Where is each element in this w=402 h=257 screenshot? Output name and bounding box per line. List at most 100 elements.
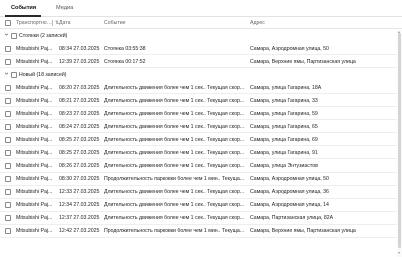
row-checkbox[interactable]: [5, 202, 11, 209]
address-cell: Самара, Верхние ямы, Партизанская улица: [250, 228, 356, 235]
tab-bar: События Медиа: [0, 0, 402, 17]
table-row[interactable]: Mitsubishi Paj... 12:37 27.03.2025 Длитель…: [0, 212, 402, 225]
event-cell: Длительность движения более чем 1 сек.. …: [104, 136, 245, 143]
event-cell: Длительность движения более чем 1 сек.. …: [104, 123, 245, 130]
date-cell: 08:23 27.03.2025: [59, 110, 100, 117]
table-row[interactable]: Mitsubishi Paj... 08:20 27.03.2025 Длитель…: [0, 81, 402, 95]
event-cell: Длительность движения более чем 1 сек.. …: [104, 97, 245, 104]
chevron-down-icon[interactable]: [4, 32, 9, 37]
address-cell: Самара, Аэродромная улица, 50: [250, 176, 329, 183]
table-row[interactable]: Mitsubishi Paj... 12:33 27.03.2025 Длитель…: [0, 186, 402, 199]
event-cell: Стоянка 03:55:38: [104, 45, 146, 52]
event-cell: Стоянка 00:17:52: [104, 58, 146, 65]
table-row[interactable]: Mitsubishi Paj... 08:21 27.03.2025 Длитель…: [0, 94, 402, 108]
row-checkbox[interactable]: [5, 136, 11, 143]
vehicle-cell: Mitsubishi Paj...: [16, 189, 53, 196]
column-header-event[interactable]: Событие: [104, 20, 126, 26]
event-cell: Длительность движения более чем 1 сек.. …: [104, 189, 245, 196]
vehicle-cell: Mitsubishi Paj...: [16, 215, 53, 222]
group-label: Новый (18 записей): [19, 71, 67, 78]
table-row[interactable]: Mitsubishi Paj... 12:34 27.03.2025 Длитель…: [0, 199, 402, 212]
group-checkbox[interactable]: [11, 71, 17, 78]
group-header[interactable]: Новый (18 записей): [0, 68, 402, 81]
address-cell: Самара, улица Гагарина, 65: [250, 123, 318, 130]
column-header-address[interactable]: Адрес: [250, 20, 265, 26]
row-checkbox[interactable]: [5, 163, 11, 169]
date-cell: 08:24 27.03.2025: [59, 123, 100, 130]
address-cell: Самара, Аэродромная улица, 50: [250, 45, 329, 52]
date-cell: 08:30 27.03.2025: [59, 176, 100, 183]
vehicle-cell: Mitsubishi Paj...: [16, 123, 53, 130]
column-header-vehicle[interactable]: Транспортное с: [16, 20, 52, 26]
address-cell: Самара, Партизанская улица, 82А: [250, 215, 334, 222]
table-row[interactable]: Mitsubishi Paj... 08:23 27.03.2025 Длитель…: [0, 107, 402, 121]
vehicle-cell: Mitsubishi Paj...: [16, 84, 53, 91]
vehicle-cell: Mitsubishi Paj...: [16, 58, 53, 65]
vehicle-cell: Mitsubishi Paj...: [16, 202, 53, 209]
select-all-checkbox[interactable]: [5, 20, 11, 26]
event-cell: Продолжительность парковки более чем 1 м…: [104, 176, 245, 183]
scroll-up-icon[interactable]: ▴: [398, 29, 400, 34]
address-cell: Самара, улица Гагарина, 69: [250, 136, 318, 143]
table-row[interactable]: Mitsubishi Paj... 12:42 27.03.2025 Продолж…: [0, 225, 402, 238]
table-row[interactable]: Mitsubishi Paj... 08:24 27.03.2025 Длитель…: [0, 120, 402, 134]
address-cell: Самара, Аэродромная улица, 36: [250, 189, 329, 196]
scroll-down-icon[interactable]: ▾: [398, 250, 400, 255]
row-checkbox[interactable]: [5, 58, 11, 65]
date-cell: 08:25 27.03.2025: [59, 136, 100, 143]
event-cell: Продолжительность парковки более чем 1 м…: [104, 228, 245, 235]
group-checkbox[interactable]: [11, 32, 17, 39]
date-cell: 08:34 27.03.2025: [59, 45, 100, 52]
address-cell: Самара, улица Энтузиастов: [250, 163, 318, 170]
event-cell: Длительность движения более чем 1 сек.. …: [104, 202, 245, 209]
row-checkbox[interactable]: [5, 110, 11, 117]
address-cell: Самара, Аэродромная улица, 14: [250, 202, 329, 209]
date-cell: 08:25 27.03.2025: [59, 150, 100, 157]
vehicle-cell: Mitsubishi Paj...: [16, 176, 53, 183]
table-row[interactable]: Mitsubishi Paj... 08:34 27.03.2025 Стоянка…: [0, 42, 402, 56]
row-checkbox[interactable]: [5, 215, 11, 222]
column-header-date[interactable]: Дата: [59, 20, 71, 26]
row-checkbox[interactable]: [5, 123, 11, 130]
row-checkbox[interactable]: [5, 97, 11, 104]
address-cell: Самара, улица Гагарина, 59: [250, 110, 318, 117]
row-checkbox[interactable]: [5, 228, 11, 235]
vehicle-cell: Mitsubishi Paj...: [16, 45, 53, 52]
address-cell: Самара, улица Гагарина, 91: [250, 150, 318, 157]
group-header[interactable]: Стоянки (2 записей): [0, 29, 402, 42]
sort-arrows-icon[interactable]: ⇅: [55, 20, 59, 26]
date-cell: 08:21 27.03.2025: [59, 97, 100, 104]
table-row[interactable]: Mitsubishi Paj... 08:25 27.03.2025 Длитель…: [0, 133, 402, 147]
row-checkbox[interactable]: [5, 45, 11, 52]
date-cell: 12:39 27.03.2025: [59, 58, 100, 65]
chevron-down-icon[interactable]: [4, 71, 9, 76]
vehicle-cell: Mitsubishi Paj...: [16, 136, 53, 143]
scrollbar-thumb[interactable]: [398, 33, 401, 248]
vehicle-cell: Mitsubishi Paj...: [16, 97, 53, 104]
date-cell: 12:33 27.03.2025: [59, 189, 100, 196]
tab-events[interactable]: События: [11, 5, 36, 11]
row-checkbox[interactable]: [5, 84, 11, 91]
vehicle-cell: Mitsubishi Paj...: [16, 228, 53, 235]
address-cell: Самара, улица Гагарина, 18А: [250, 84, 322, 91]
group-label: Стоянки (2 записей): [19, 32, 68, 39]
date-cell: 08:20 27.03.2025: [59, 84, 100, 91]
row-checkbox[interactable]: [5, 149, 11, 156]
vehicle-cell: Mitsubishi Paj...: [16, 163, 53, 170]
date-cell: 08:26 27.03.2025: [59, 163, 100, 170]
event-cell: Длительность движения более чем 1 сек.. …: [104, 150, 245, 157]
table-row[interactable]: Mitsubishi Paj... 08:30 27.03.2025 Продолж…: [0, 173, 402, 186]
column-resize-handle[interactable]: [52, 19, 53, 26]
table-header: Транспортное с Дата ⇅ Событие Адрес: [0, 17, 402, 29]
row-checkbox[interactable]: [5, 176, 11, 183]
event-cell: Длительность движения более чем 1 сек.. …: [104, 163, 245, 170]
vehicle-cell: Mitsubishi Paj...: [16, 110, 53, 117]
row-checkbox[interactable]: [5, 189, 11, 196]
table-row[interactable]: Mitsubishi Paj... 08:26 27.03.2025 Длитель…: [0, 160, 402, 173]
tab-media[interactable]: Медиа: [56, 5, 73, 11]
event-cell: Длительность движения более чем 1 сек.. …: [104, 215, 245, 222]
vehicle-cell: Mitsubishi Paj...: [16, 150, 53, 157]
event-cell: Длительность движения более чем 1 сек.. …: [104, 84, 245, 91]
table-row[interactable]: Mitsubishi Paj... 08:25 27.03.2025 Длитель…: [0, 146, 402, 160]
table-row[interactable]: Mitsubishi Paj... 12:39 27.03.2025 Стоянка…: [0, 55, 402, 69]
